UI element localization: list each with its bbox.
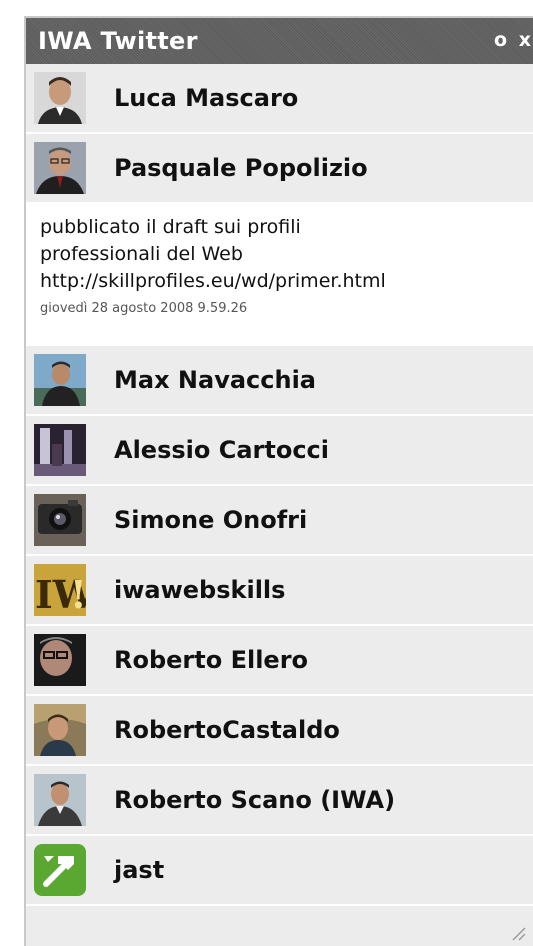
tweet-timestamp: giovedì 28 agosto 2008 9.59.26 xyxy=(40,301,248,316)
user-row-pasquale-popolizio[interactable]: Pasquale Popolizio xyxy=(26,134,533,204)
person-photo-icon xyxy=(34,634,86,686)
widget-footer xyxy=(26,912,533,946)
user-row-luca-mascaro[interactable]: Luca Mascaro xyxy=(26,64,533,134)
resize-grip-icon[interactable] xyxy=(509,924,527,942)
user-row-robertocastaldo[interactable]: RobertoCastaldo xyxy=(26,696,533,766)
user-row-roberto-scano[interactable]: Roberto Scano (IWA) xyxy=(26,766,533,836)
person-photo-icon xyxy=(34,72,86,124)
widget-title: IWA Twitter xyxy=(38,27,198,55)
person-photo-icon xyxy=(34,774,86,826)
user-row-simone-onofri[interactable]: Simone Onofri xyxy=(26,486,533,556)
user-name: Roberto Ellero xyxy=(114,646,309,674)
widget-titlebar[interactable]: IWA Twitter o x xyxy=(26,18,533,64)
twitter-widget: IWA Twitter o x Luca Mascaro Pasquale Po… xyxy=(24,16,533,946)
user-list: Luca Mascaro Pasquale Popolizio pubblica… xyxy=(26,64,533,906)
user-row-roberto-ellero[interactable]: Roberto Ellero xyxy=(26,626,533,696)
landscape-photo-icon xyxy=(34,424,86,476)
user-row-jast[interactable]: jast xyxy=(26,836,533,906)
user-row-iwawebskills[interactable]: IW ! iwawebskills xyxy=(26,556,533,626)
user-name: Max Navacchia xyxy=(114,366,316,394)
svg-text:!: ! xyxy=(70,572,86,616)
hammer-logo-icon xyxy=(34,844,86,896)
camera-photo-icon xyxy=(34,494,86,546)
user-name: jast xyxy=(114,856,165,884)
user-row-alessio-cartocci[interactable]: Alessio Cartocci xyxy=(26,416,533,486)
tweet-text-line2: professionali del Web xyxy=(40,243,243,265)
user-name: Alessio Cartocci xyxy=(114,436,330,464)
iwa-logo-icon: IW ! xyxy=(34,564,86,616)
person-photo-icon xyxy=(34,354,86,406)
user-name: Pasquale Popolizio xyxy=(114,154,368,182)
tweet-text-line1: pubblicato il draft sui profili xyxy=(40,216,301,238)
user-name: RobertoCastaldo xyxy=(114,716,340,744)
user-name: Simone Onofri xyxy=(114,506,308,534)
tweet-link[interactable]: http://skillprofiles.eu/wd/primer.html xyxy=(40,270,386,292)
user-name: Roberto Scano (IWA) xyxy=(114,786,396,814)
person-photo-icon xyxy=(34,704,86,756)
close-button[interactable]: x xyxy=(519,30,531,50)
user-row-max-navacchia[interactable]: Max Navacchia xyxy=(26,346,533,416)
minimize-button[interactable]: o xyxy=(494,30,507,50)
person-photo-icon xyxy=(34,142,86,194)
user-name: iwawebskills xyxy=(114,576,286,604)
tweet-detail: pubblicato il draft sui profili professi… xyxy=(26,204,533,346)
user-name: Luca Mascaro xyxy=(114,84,299,112)
